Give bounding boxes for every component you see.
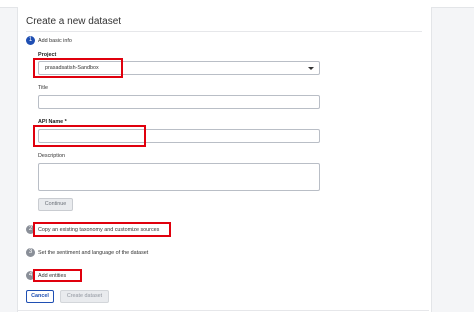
api-name-highlight-box (33, 125, 146, 147)
step-3-label[interactable]: Set the sentiment and language of the da… (38, 250, 148, 256)
cancel-button[interactable]: Cancel (26, 290, 54, 303)
title-input[interactable] (38, 95, 320, 109)
step-2-highlight-box (33, 222, 171, 237)
bottom-divider (18, 310, 429, 311)
step-3-indicator: 3 (26, 248, 35, 257)
create-dataset-panel (17, 7, 432, 312)
create-dataset-button[interactable]: Create dataset (60, 290, 109, 303)
page-title: Create a new dataset (26, 16, 122, 27)
continue-button[interactable]: Continue (38, 198, 73, 211)
step-1-indicator: 1 (26, 36, 35, 45)
step-4-highlight-box (33, 269, 82, 282)
project-highlight-box (33, 58, 123, 78)
title-divider (26, 31, 422, 32)
description-textarea[interactable] (38, 163, 320, 191)
title-label: Title (38, 85, 48, 91)
chevron-down-icon (308, 67, 314, 70)
step-1-label: Add basic info (38, 38, 72, 44)
description-label: Description (38, 153, 65, 159)
